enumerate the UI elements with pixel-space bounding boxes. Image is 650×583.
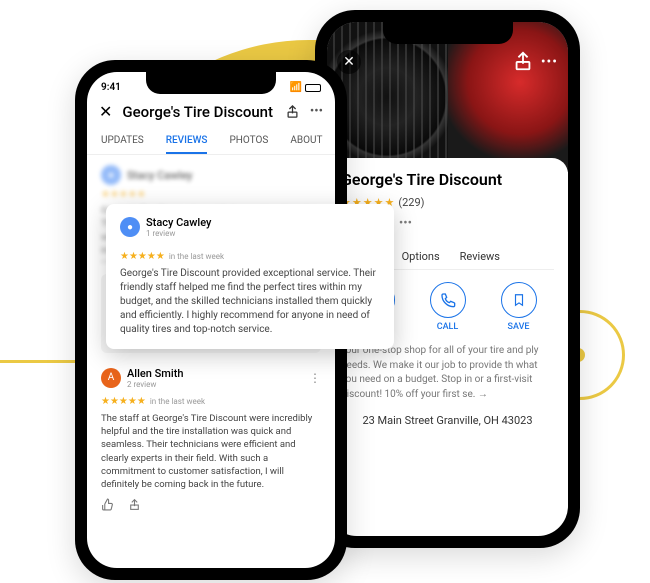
tab-reviews[interactable]: REVIEWS (166, 129, 208, 154)
status-time: 9:41 (101, 82, 121, 93)
avatar: A (101, 368, 121, 388)
more-icon[interactable]: ••• (399, 216, 412, 231)
reviewer-name: Stacy Cawley (146, 216, 211, 229)
review-popup: ••• ● Stacy Cawley 1 review ★★★★★in the … (106, 204, 394, 349)
review-time: in the last week (150, 397, 205, 406)
call-button[interactable]: CALL (430, 282, 466, 332)
review-time: in the last week (169, 252, 224, 261)
tab-photos[interactable]: PHOTOS (229, 129, 268, 154)
avatar: ● (120, 217, 140, 237)
bookmark-icon (501, 282, 537, 318)
tab-updates[interactable]: UPDATES (101, 129, 144, 154)
tab-options[interactable]: Options (402, 250, 440, 263)
save-button[interactable]: SAVE (501, 282, 537, 332)
more-icon[interactable]: ⋮ (309, 371, 321, 385)
reviewer-sub: 2 review (127, 380, 183, 389)
page-title: George's Tire Discount (122, 103, 274, 121)
star-icon: ★★★★★ (120, 251, 165, 262)
share-icon[interactable] (128, 498, 141, 511)
reviewer-sub: 1 review (146, 229, 211, 238)
battery-icon (305, 84, 321, 92)
more-icon[interactable]: ••• (310, 104, 323, 119)
star-icon: ★★★★★ (101, 396, 146, 407)
close-icon[interactable]: ✕ (337, 50, 361, 74)
like-icon[interactable] (101, 498, 114, 511)
business-name: George's Tire Discount (341, 170, 554, 189)
phone-icon (430, 282, 466, 318)
business-address: 23 Main Street Granville, OH 43023 (341, 414, 554, 427)
reviewer-name: Allen Smith (127, 367, 183, 380)
business-description: your one-stop shop for all of your tire … (341, 344, 554, 402)
avatar: ● (101, 165, 121, 185)
tab-about[interactable]: ABOUT (290, 129, 322, 154)
more-icon[interactable]: ••• (541, 54, 558, 70)
share-icon[interactable] (285, 104, 300, 119)
rating-count: (229) (398, 196, 424, 209)
review-body: The staff at George's Tire Discount were… (101, 412, 321, 492)
share-icon[interactable] (512, 50, 534, 72)
review-body: George's Tire Discount provided exceptio… (120, 267, 380, 337)
close-icon[interactable]: ✕ (99, 102, 112, 121)
signal-icon: 📶 (290, 82, 302, 93)
hero-image: ✕ ••• (327, 22, 568, 172)
tab-reviews[interactable]: Reviews (460, 250, 500, 263)
review-card: A Allen Smith 2 review ⋮ ★★★★★ in the las… (101, 367, 321, 511)
